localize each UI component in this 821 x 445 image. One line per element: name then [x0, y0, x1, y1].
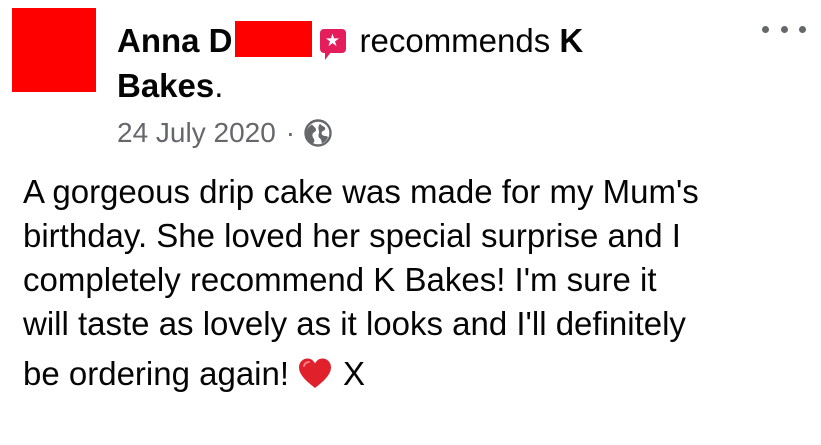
sign-off: X	[343, 355, 366, 392]
post-meta: 24 July 2020 ·	[117, 113, 333, 153]
post-body-last-line: be ordering again! X	[23, 352, 813, 396]
post-body: A gorgeous drip cake was made for my Mum…	[23, 170, 813, 396]
redacted-surname	[234, 21, 312, 57]
post-body-line: will taste as lovely as it looks and I'l…	[23, 305, 686, 342]
more-options-icon[interactable]	[762, 22, 806, 36]
profile-avatar-redacted[interactable]	[12, 8, 96, 92]
recommend-star-icon: ★	[319, 29, 346, 60]
post-body-line: birthday. She loved her special surprise…	[23, 217, 681, 254]
post-header: Anna D ★ recommends K Bakes.	[117, 18, 717, 108]
post-date[interactable]: 24 July 2020	[117, 113, 276, 153]
red-heart-icon	[299, 358, 332, 388]
meta-separator: ·	[285, 117, 296, 148]
globe-icon[interactable]	[303, 118, 333, 148]
post-body-line: completely recommend K Bakes! I'm sure i…	[23, 261, 657, 298]
post-body-line: A gorgeous drip cake was made for my Mum…	[23, 173, 699, 210]
header-period: .	[214, 67, 224, 104]
post-body-line: be ordering again!	[23, 355, 290, 392]
recommends-verb: recommends	[359, 22, 551, 59]
author-name[interactable]: Anna D	[117, 21, 312, 59]
